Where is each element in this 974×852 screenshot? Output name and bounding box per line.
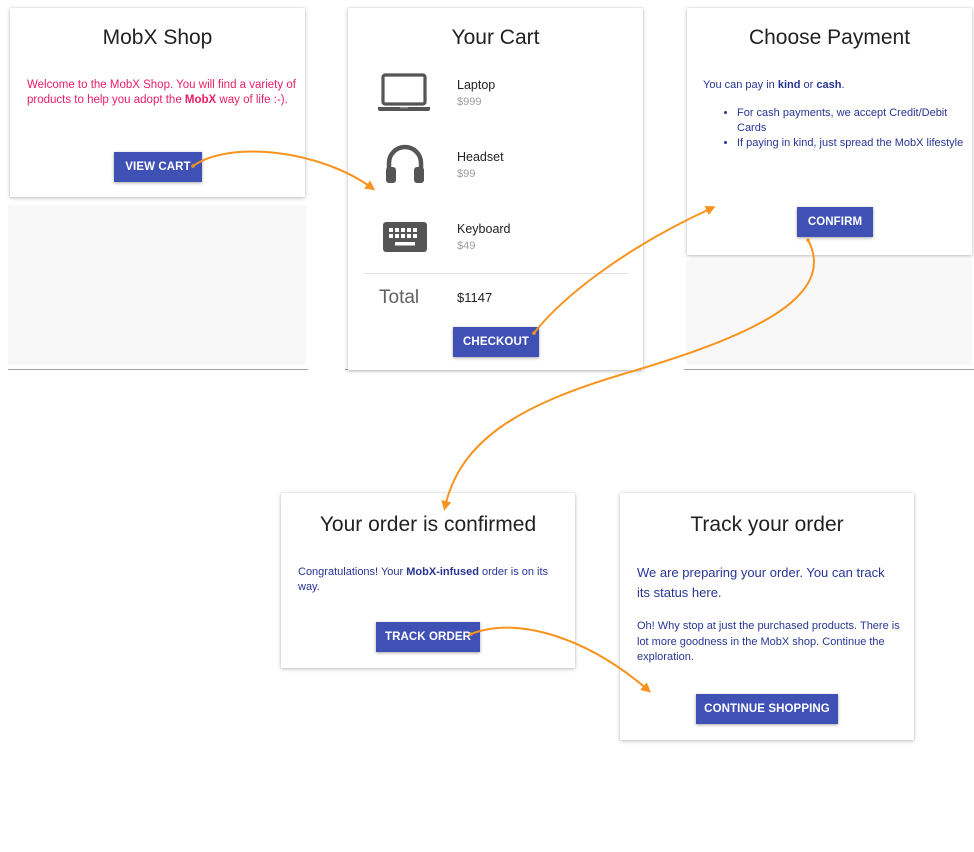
- total-value: $1147: [457, 290, 493, 305]
- cart-item-name: Keyboard: [457, 222, 511, 236]
- cart-title: Your Cart: [451, 26, 540, 49]
- divider-shop: [8, 369, 308, 370]
- laptop-icon: [378, 73, 430, 111]
- divider-payment: [684, 369, 974, 370]
- shop-card: MobX Shop Welcome to the MobX Shop. You …: [10, 8, 305, 197]
- confirmed-text: Congratulations! Your MobX-infused order…: [298, 565, 566, 595]
- cart-item-price: $49: [457, 240, 476, 252]
- shop-intro-end: way of life :-).: [216, 94, 288, 106]
- track-more-text: Oh! Why stop at just the purchased produ…: [637, 620, 900, 663]
- view-cart-button[interactable]: VIEW CART: [114, 152, 202, 182]
- payment-intro-end: .: [841, 79, 845, 91]
- cart-divider: [364, 273, 628, 274]
- total-label: Total: [379, 287, 420, 308]
- shop-title: MobX Shop: [102, 26, 213, 49]
- confirmed-card: Your order is confirmed Congratulations!…: [281, 493, 575, 668]
- reflection-cart: [347, 370, 641, 372]
- cart-item-price: $99: [457, 168, 476, 180]
- confirmed-text-bold: MobX-infused: [406, 566, 479, 578]
- confirm-button[interactable]: CONFIRM: [797, 207, 873, 237]
- shop-intro-bold: MobX: [184, 94, 217, 106]
- cart-item-price: $999: [457, 96, 482, 108]
- confirmed-text-start: Congratulations! Your: [298, 566, 407, 578]
- payment-kind: kind: [777, 79, 801, 91]
- reflection-shop: [8, 205, 306, 365]
- shop-intro: Welcome to the MobX Shop. You will find …: [27, 78, 299, 108]
- cart-item-name: Headset: [457, 150, 504, 164]
- payment-card: Choose Payment You can pay in kind or ca…: [687, 8, 972, 255]
- track-title: Track your order: [690, 513, 844, 536]
- payment-intro: You can pay in kind or cash.: [703, 78, 965, 93]
- continue-shopping-button[interactable]: CONTINUE SHOPPING: [696, 694, 838, 724]
- keyboard-icon: [383, 222, 427, 252]
- track-order-button[interactable]: TRACK ORDER: [376, 622, 480, 652]
- payment-option: If paying in kind, just spread the MobX …: [737, 136, 974, 151]
- payment-title: Choose Payment: [748, 26, 911, 49]
- confirmed-title: Your order is confirmed: [319, 513, 537, 536]
- checkout-button[interactable]: CHECKOUT: [453, 327, 539, 357]
- payment-intro-or: or: [800, 79, 817, 91]
- cart-item-name: Laptop: [457, 78, 496, 92]
- payment-option: For cash payments, we accept Credit/Debi…: [737, 106, 974, 135]
- payment-cash: cash: [816, 79, 842, 91]
- payment-options-list: For cash payments, we accept Credit/Debi…: [721, 106, 974, 152]
- track-status-text: We are preparing your order. You can tra…: [637, 565, 885, 600]
- payment-intro-start: You can pay in: [703, 79, 778, 91]
- cart-card: Your Cart Laptop $999 Headset $99 Keyboa…: [348, 8, 643, 370]
- reflection-payment: [686, 260, 972, 365]
- headset-icon: [386, 144, 424, 183]
- track-card: Track your order We are preparing your o…: [620, 493, 914, 740]
